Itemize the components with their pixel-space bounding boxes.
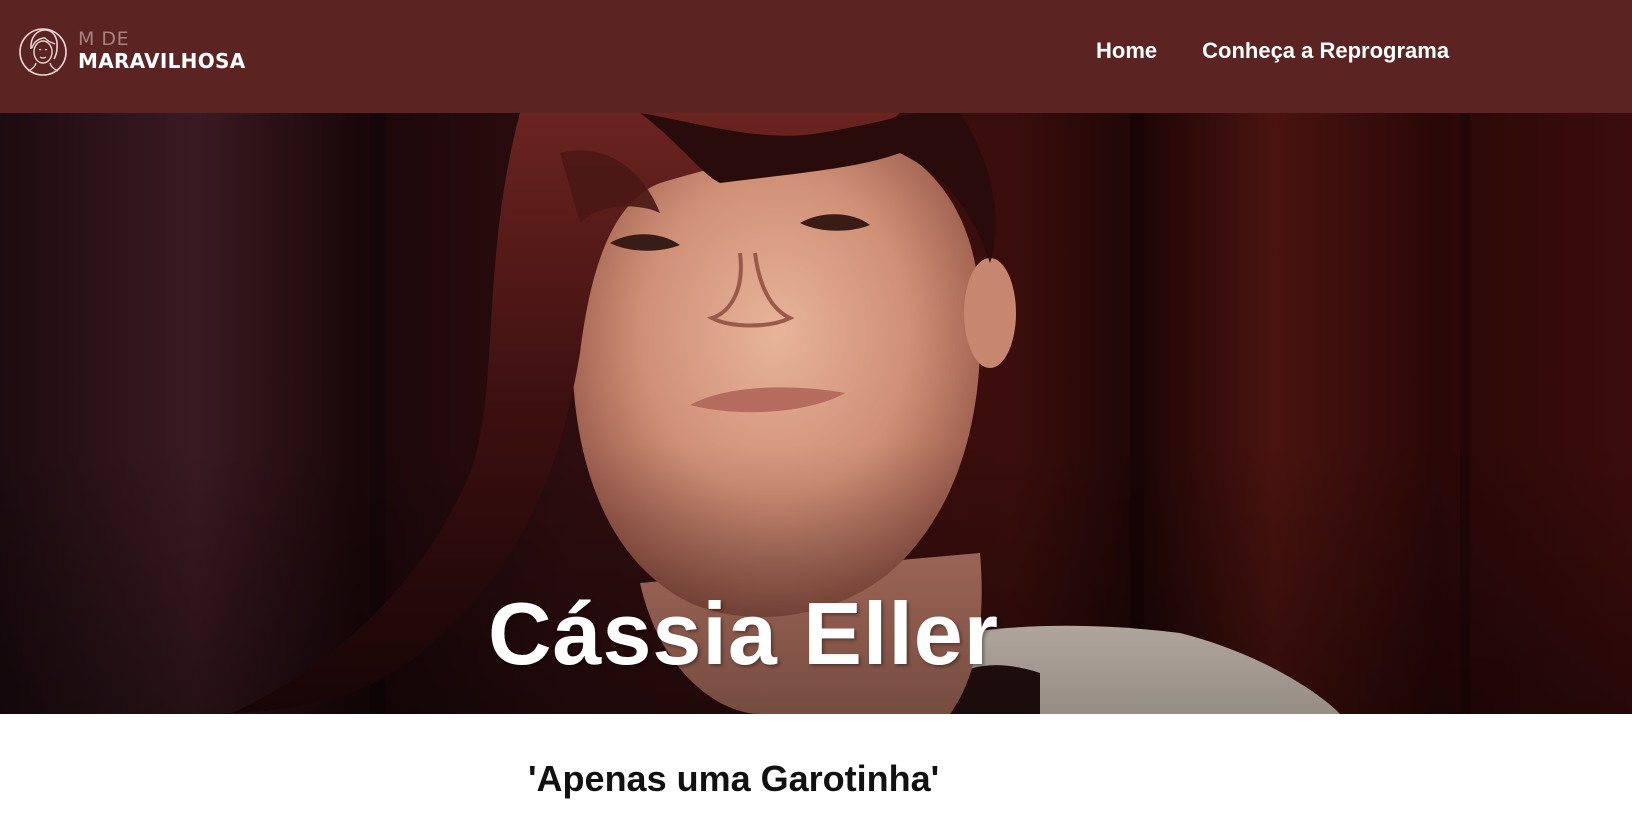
site-header: M DE MARAVILHOSA Home Conheça a Reprogra…: [0, 0, 1632, 113]
nav-link-home[interactable]: Home: [1096, 38, 1157, 64]
logo-link[interactable]: M DE MARAVILHOSA: [18, 20, 246, 80]
hero-banner: Cássia Eller: [0, 113, 1632, 714]
main-nav: Home Conheça a Reprograma: [1096, 38, 1494, 64]
article-subtitle: 'Apenas uma Garotinha': [528, 758, 940, 799]
logo-text: M DE MARAVILHOSA: [78, 27, 246, 73]
logo-line-2: MARAVILHOSA: [78, 48, 246, 73]
nav-link-reprograma[interactable]: Conheça a Reprograma: [1202, 38, 1449, 64]
woman-face-icon: [19, 28, 67, 76]
logo-line-1: M DE: [78, 27, 130, 50]
hero-title: Cássia Eller: [488, 584, 999, 683]
